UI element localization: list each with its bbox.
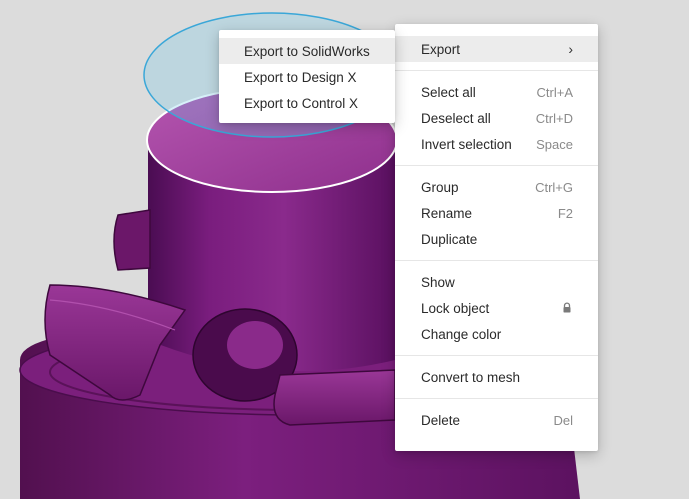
menu-separator — [395, 260, 598, 261]
menu-item-label: Invert selection — [421, 136, 512, 152]
menu-item-convert-to-mesh[interactable]: Convert to mesh — [395, 364, 598, 390]
menu-item-duplicate[interactable]: Duplicate — [395, 226, 598, 252]
menu-item-deselect-all[interactable]: Deselect all Ctrl+D — [395, 105, 598, 131]
menu-separator — [395, 398, 598, 399]
menu-item-label: Change color — [421, 326, 502, 342]
menu-separator — [395, 355, 598, 356]
menu-item-label: Lock object — [421, 300, 490, 316]
right-wing — [273, 369, 396, 426]
menu-item-select-all[interactable]: Select all Ctrl+A — [395, 79, 598, 105]
shortcut-label: Ctrl+G — [535, 179, 573, 195]
menu-item-label: Group — [421, 179, 459, 195]
export-submenu: Export to SolidWorks Export to Design X … — [219, 30, 395, 123]
submenu-item-export-solidworks[interactable]: Export to SolidWorks — [219, 38, 395, 64]
shortcut-label: Ctrl+D — [535, 110, 573, 126]
menu-separator — [395, 70, 598, 71]
menu-item-label: Duplicate — [421, 231, 478, 247]
submenu-item-label: Export to Control X — [244, 95, 359, 111]
menu-item-label: Delete — [421, 412, 461, 428]
menu-item-show[interactable]: Show — [395, 269, 598, 295]
chevron-right-icon: › — [568, 41, 573, 57]
menu-item-label: Deselect all — [421, 110, 491, 126]
menu-item-export[interactable]: Export › — [395, 36, 598, 62]
menu-item-label: Convert to mesh — [421, 369, 521, 385]
menu-item-group[interactable]: Group Ctrl+G — [395, 174, 598, 200]
submenu-item-label: Export to SolidWorks — [244, 43, 370, 59]
menu-item-lock-object[interactable]: Lock object — [395, 295, 598, 321]
menu-item-change-color[interactable]: Change color — [395, 321, 598, 347]
submenu-item-export-control-x[interactable]: Export to Control X — [219, 90, 395, 116]
lock-icon — [561, 302, 573, 314]
left-tab — [113, 209, 151, 271]
menu-item-delete[interactable]: Delete Del — [395, 407, 598, 433]
shortcut-label: Del — [553, 412, 573, 428]
menu-item-label: Show — [421, 274, 455, 290]
submenu-item-export-design-x[interactable]: Export to Design X — [219, 64, 395, 90]
shortcut-label: F2 — [557, 205, 573, 221]
menu-item-label: Select all — [421, 84, 476, 100]
menu-separator — [395, 165, 598, 166]
submenu-item-label: Export to Design X — [244, 69, 357, 85]
shortcut-label: Space — [536, 136, 573, 152]
menu-item-label: Rename — [421, 205, 473, 221]
menu-item-rename[interactable]: Rename F2 — [395, 200, 598, 226]
menu-item-label: Export — [421, 41, 461, 57]
context-menu: Export › Select all Ctrl+A Deselect all … — [395, 24, 598, 451]
shortcut-label: Ctrl+A — [536, 84, 573, 100]
menu-item-invert-selection[interactable]: Invert selection Space — [395, 131, 598, 157]
